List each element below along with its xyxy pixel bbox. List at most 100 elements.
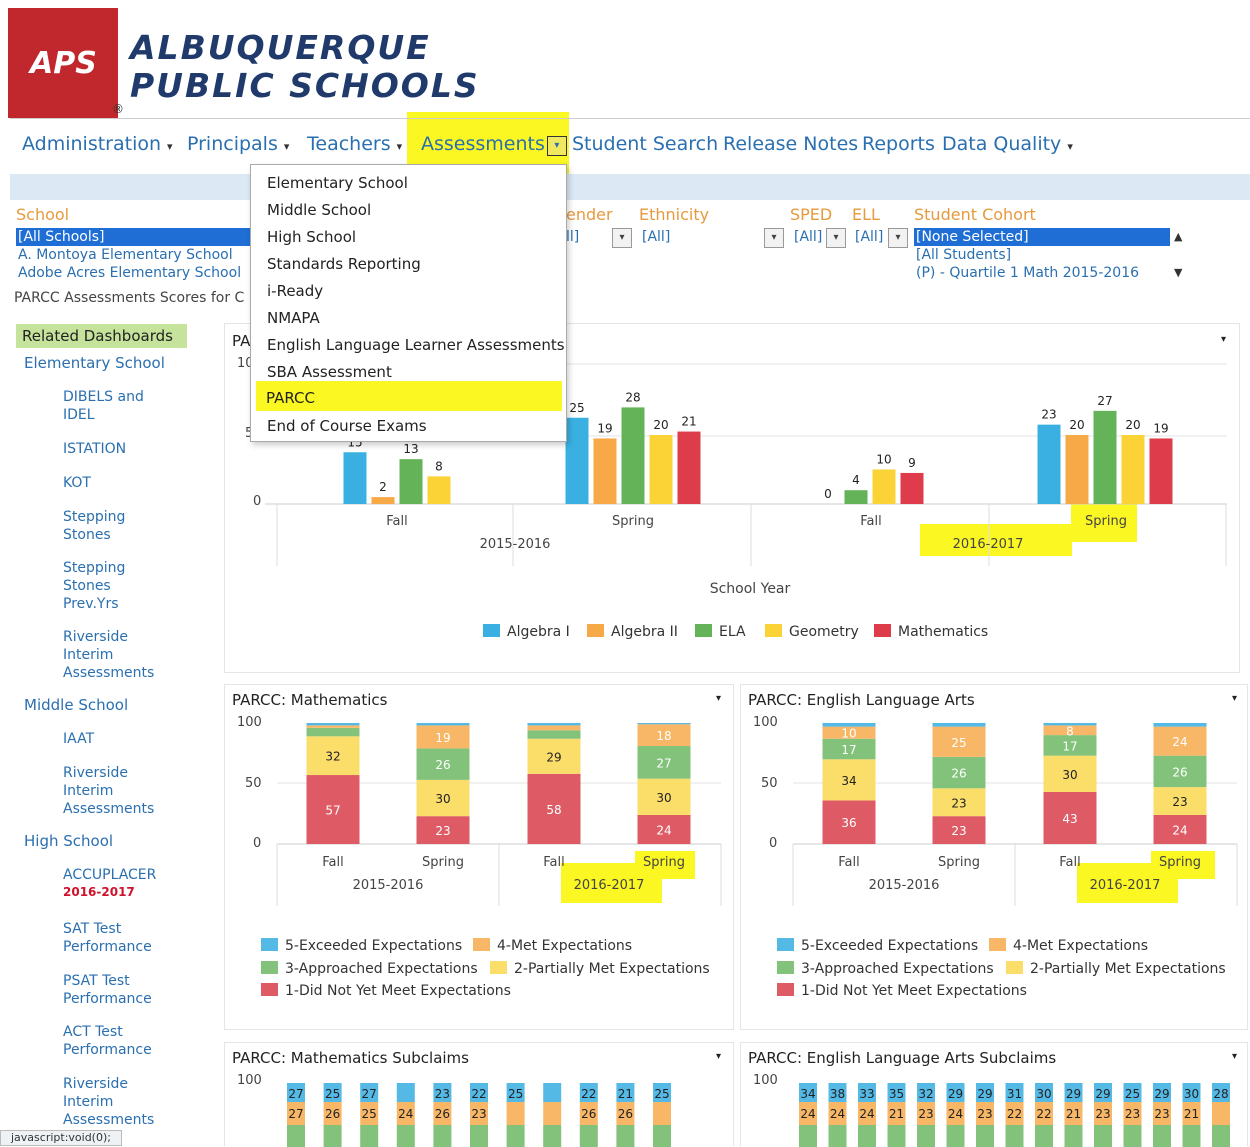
nav-administration[interactable]: Administration ▾ [22,133,173,155]
data-label: 8 [1066,724,1074,738]
legend-exceeded[interactable]: 5-Exceeded Expectations [261,938,462,954]
sidebar-section-elementary[interactable]: Elementary School [24,354,165,372]
data-label: 24 [656,823,671,837]
ela-subclaims-chart: 34 24 38 24 33 24 35 21 32 23 29 24 29 23 31 22 30 22 29 21… [799,1083,1230,1147]
scroll-down-icon[interactable]: ▼ [1174,266,1182,279]
caret-down-icon: ▾ [167,140,173,153]
sidebar-item-sat[interactable]: SAT Test Performance [63,920,163,956]
data-label: 23 [918,1107,933,1121]
chevron-down-icon[interactable]: ▾ [888,228,908,248]
sidebar-item-istation[interactable]: ISTATION [63,440,126,458]
menu-item-middle[interactable]: Middle School [267,201,371,219]
ethnicity-label: Ethnicity [639,205,710,224]
x-label-spring: Spring [643,855,685,870]
nav-data-quality[interactable]: Data Quality ▾ [942,133,1073,155]
subclaim-segment [1153,1125,1171,1147]
legend-not-yet-met[interactable]: 1-Did Not Yet Meet Expectations [777,983,1027,999]
ethnicity-value[interactable]: [All] [642,229,670,245]
sidebar-item-riverside-middle[interactable]: Riverside Interim Assessments [63,764,163,818]
legend-approached[interactable]: 3-Approached Expectations [777,961,994,977]
school-option[interactable]: Adobe Acres Elementary School [16,264,250,282]
legend-algebra-1[interactable]: Algebra I [483,624,570,640]
legend-swatch [765,624,782,637]
aps-logo[interactable]: APS ® [8,8,124,118]
chevron-down-icon[interactable]: ▾ [612,228,632,248]
sidebar-item-act[interactable]: ACT Test Performance [63,1023,163,1059]
legend-partially-met[interactable]: 2-Partially Met Expectations [1006,961,1226,977]
legend-algebra-2[interactable]: Algebra II [587,624,678,640]
data-label: 25 [569,401,584,415]
data-label: 23 [471,1107,486,1121]
cohort-option[interactable]: [None Selected] [914,228,1170,246]
ell-value[interactable]: [All] [855,229,883,245]
nav-student-search[interactable]: Student Search [572,133,718,155]
nav-principals[interactable]: Principals ▾ [187,133,289,155]
caret-down-icon[interactable]: ▾ [546,136,567,156]
stack-segment [822,723,876,727]
menu-item-standards[interactable]: Standards Reporting [267,255,421,273]
legend-geometry[interactable]: Geometry [765,624,859,640]
subclaim-segment [799,1125,817,1147]
menu-item-iready[interactable]: i-Ready [267,282,323,300]
legend-approached[interactable]: 3-Approached Expectations [261,961,478,977]
cohort-option[interactable]: [All Students] [914,246,1170,264]
scroll-up-icon[interactable]: ▲ [1174,230,1182,243]
sidebar-section-middle[interactable]: Middle School [24,696,128,714]
data-label: 27 [1097,394,1112,408]
data-label: 4 [852,473,860,487]
menu-item-ell[interactable]: English Language Learner Assessments [267,336,565,354]
subclaim-segment [470,1125,488,1147]
nav-reports[interactable]: Reports [862,133,935,155]
data-label: 30 [1184,1087,1199,1101]
sidebar-item-psat[interactable]: PSAT Test Performance [63,972,163,1008]
data-label: 29 [1066,1087,1081,1101]
menu-item-eoc[interactable]: End of Course Exams [267,417,427,435]
x-label-year: 2016-2017 [952,537,1024,552]
legend-not-yet-met[interactable]: 1-Did Not Yet Meet Expectations [261,983,511,999]
x-label-year: 2015-2016 [479,537,551,552]
sidebar-item-stepping-stones[interactable]: Stepping Stones [63,508,143,544]
cohort-option[interactable]: (P) - Quartile 1 Math 2015-2016 [914,264,1170,282]
menu-item-nmapa[interactable]: NMAPA [267,309,320,327]
sidebar-item-iaat[interactable]: IAAT [63,730,94,748]
x-label-fall: Fall [543,855,565,870]
sidebar-item-riverside-elem[interactable]: Riverside Interim Assessments [63,628,163,682]
menu-item-elementary[interactable]: Elementary School [267,174,408,192]
subclaim-segment [653,1102,671,1125]
nav-assessments[interactable]: Assessments ▾ [421,133,567,156]
bar-ela [844,490,868,504]
sidebar-item-accuplacer[interactable]: ACCUPLACER [63,866,156,884]
menu-item-sba[interactable]: SBA Assessment [267,363,392,381]
ela-stacked-chart: 3634171023232625433017824232624 [792,723,1238,906]
legend-met[interactable]: 4-Met Expectations [473,938,632,954]
sidebar-item-stepping-stones-prev[interactable]: Stepping Stones Prev.Yrs [63,559,143,613]
parcc-ela-panel: PARCC: English Language Arts ▾ 100 50 0 … [740,684,1248,1030]
legend-ela[interactable]: ELA [695,624,746,640]
gender-value[interactable]: ll] [566,229,579,245]
legend-mathematics[interactable]: Mathematics [874,624,988,640]
sped-value[interactable]: [All] [794,229,822,245]
data-label: 21 [1066,1107,1081,1121]
cohort-listbox[interactable]: [None Selected] [All Students] (P) - Qua… [914,228,1170,282]
school-listbox[interactable]: [All Schools] A. Montoya Elementary Scho… [16,228,250,282]
sidebar-item-riverside-high[interactable]: Riverside Interim Assessments [63,1075,163,1129]
legend-partially-met[interactable]: 2-Partially Met Expectations [490,961,710,977]
menu-item-parcc[interactable]: PARCC [266,389,315,407]
filter-band [10,174,1250,200]
school-option[interactable]: A. Montoya Elementary School [16,246,250,264]
chevron-down-icon[interactable]: ▾ [764,228,784,248]
subclaim-segment [1064,1125,1083,1147]
bar-algebra-ii [1065,435,1089,504]
subclaim-segment [543,1102,562,1125]
sidebar-item-kot[interactable]: KOT [63,474,91,492]
legend-met[interactable]: 4-Met Expectations [989,938,1148,954]
data-label: 10 [876,453,891,467]
school-option[interactable]: [All Schools] [16,228,250,246]
chevron-down-icon[interactable]: ▾ [826,228,846,248]
legend-exceeded[interactable]: 5-Exceeded Expectations [777,938,978,954]
sidebar-item-dibels[interactable]: DIBELS and IDEL [63,388,153,424]
nav-release-notes[interactable]: Release Notes [723,133,858,155]
menu-item-high[interactable]: High School [267,228,356,246]
nav-teachers[interactable]: Teachers ▾ [307,133,402,155]
sidebar-section-high[interactable]: High School [24,832,113,850]
